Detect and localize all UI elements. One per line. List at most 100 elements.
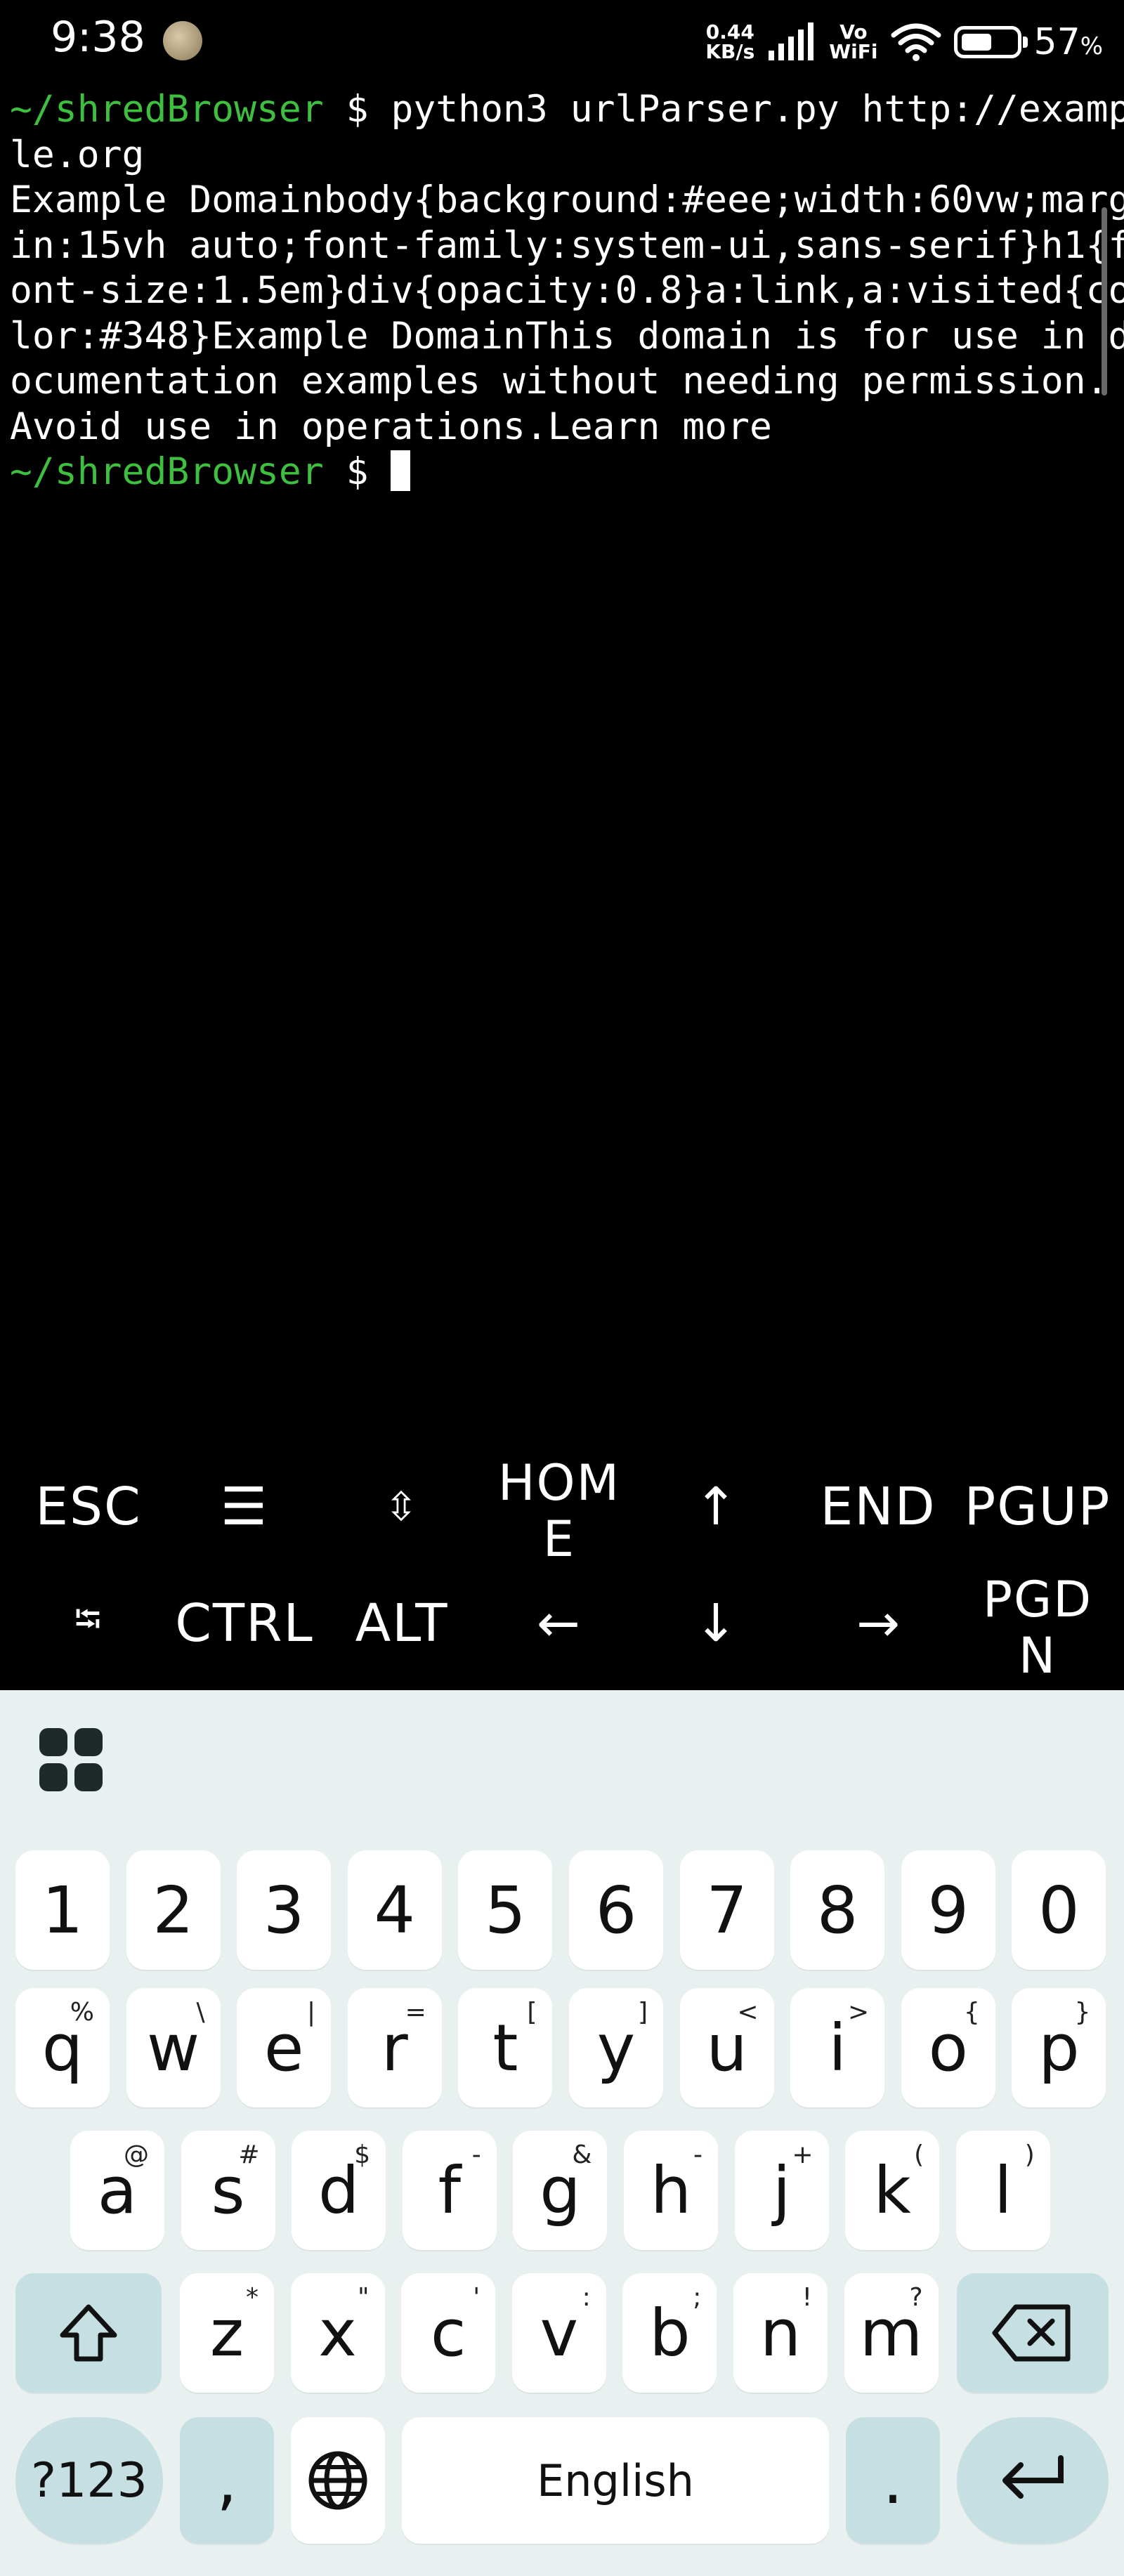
apps-grid-icon[interactable] [39, 1728, 104, 1793]
key-g[interactable]: g & [513, 2131, 608, 2250]
arrow-left-icon: ← [536, 1593, 582, 1654]
key-e[interactable]: e | [237, 1988, 332, 2107]
comma-key[interactable]: , [180, 2417, 274, 2544]
key-3[interactable]: 3 [237, 1850, 332, 1970]
terminal-line-text: $ python3 urlParser.py http://examp [323, 88, 1124, 131]
key-hint-label: | [307, 1998, 316, 2027]
key-s[interactable]: s # [181, 2131, 275, 2250]
terminal-line: ~/shredBrowser $ [10, 450, 1114, 495]
key-4[interactable]: 4 [347, 1850, 442, 1970]
key-hint-label: + [792, 2140, 813, 2169]
wifi-icon [891, 23, 941, 61]
terminal-line: lor:#348}Example DomainThis domain is fo… [10, 314, 1124, 360]
vowifi-indicator: Vo WiFi [829, 22, 877, 62]
terminal-line-text: $ [323, 450, 391, 493]
tab-icon: ⭾ [74, 1598, 103, 1640]
key-r[interactable]: r = [347, 1988, 442, 2107]
arrow-right-key[interactable]: → [799, 1585, 958, 1662]
network-speed: 0.44 KB/s [705, 22, 754, 62]
updown-arrow-icon: ⇳ [384, 1484, 419, 1530]
terminal-line: in:15vh auto;font-family:system-ui,sans-… [10, 223, 1124, 269]
home-key[interactable]: HOM E [485, 1455, 634, 1567]
ctrl-key[interactable]: CTRL [170, 1585, 319, 1662]
key-6[interactable]: 6 [569, 1850, 663, 1970]
terminal-line: ont-size:1.5em}div{opacity:0.8}a:link,a:… [10, 268, 1124, 314]
key-hint-label: = [405, 1998, 426, 2027]
terminal-scrollbar[interactable] [1102, 207, 1107, 395]
terminal-prompt-path: ~/shredBrowser [10, 88, 324, 131]
key-w[interactable]: w \ [126, 1988, 221, 2107]
shift-key[interactable] [15, 2273, 162, 2393]
key-b[interactable]: b; [622, 2273, 717, 2393]
terminal-line-text: in:15vh auto;font-family:system-ui,sans-… [10, 223, 1124, 267]
end-key[interactable]: END [808, 1468, 948, 1545]
key-j[interactable]: j + [734, 2131, 829, 2250]
key-hint-label: ! [802, 2283, 812, 2312]
terminal-line-text: Example Domainbody{background:#eee;width… [10, 178, 1124, 221]
key-2[interactable]: 2 [126, 1850, 221, 1970]
key-a[interactable]: a @ [70, 2131, 164, 2250]
arrow-down-icon: ↓ [693, 1593, 739, 1654]
key-hint-label: % [70, 1998, 94, 2027]
key-v[interactable]: v: [511, 2273, 606, 2393]
arrow-down-key[interactable]: ↓ [642, 1585, 791, 1662]
battery-percent: 57% [1033, 21, 1103, 63]
backspace-key[interactable] [957, 2273, 1109, 2393]
enter-key[interactable] [957, 2417, 1109, 2544]
pgup-key[interactable]: PGUP [958, 1468, 1117, 1545]
battery-icon [953, 26, 1028, 58]
key-hint-label: { [963, 1998, 980, 2027]
tab-key[interactable]: ⭾ [7, 1585, 170, 1662]
terminal-line: Example Domainbody{background:#eee;width… [10, 178, 1124, 223]
arrow-up-key[interactable]: ↑ [642, 1468, 791, 1545]
key-y[interactable]: y] [569, 1988, 663, 2107]
key-5[interactable]: 5 [458, 1850, 553, 1970]
key-c[interactable]: c ' [401, 2273, 496, 2393]
key-0[interactable]: 0 [1012, 1850, 1106, 1970]
key-l[interactable]: l) [955, 2131, 1050, 2250]
key-o[interactable]: o{ [901, 1988, 995, 2107]
signal-strength-icon [769, 22, 814, 60]
language-key[interactable] [291, 2417, 385, 2544]
status-bar: 9:38 0.44 KB/s Vo WiFi 57% [0, 0, 1124, 84]
terminal-output[interactable]: ~/shredBrowser $ python3 urlParser.py ht… [10, 87, 1124, 495]
key-hint-label: \ [196, 1998, 205, 2027]
key-k[interactable]: k( [845, 2131, 940, 2250]
terminal-line: le.org [10, 133, 1114, 178]
key-m[interactable]: m? [844, 2273, 939, 2393]
key-hint-label: ] [637, 1998, 648, 2027]
esc-key[interactable]: ESC [7, 1468, 170, 1545]
terminal-line-text: ont-size:1.5em}div{opacity:0.8}a:link,a:… [10, 269, 1124, 312]
key-hint-label: ? [909, 2283, 923, 2312]
key-8[interactable]: 8 [790, 1850, 885, 1970]
shift-icon [60, 2304, 117, 2362]
pgdn-key[interactable]: PGD N [958, 1571, 1117, 1684]
key-hint-label: * [246, 2283, 259, 2312]
key-9[interactable]: 9 [901, 1850, 995, 1970]
symbols-key[interactable]: ?123 [15, 2417, 163, 2544]
key-t[interactable]: t[ [458, 1988, 553, 2107]
key-7[interactable]: 7 [679, 1850, 774, 1970]
space-key[interactable]: English [402, 2417, 829, 2544]
key-q[interactable]: q% [15, 1988, 110, 2107]
key-z[interactable]: z * [180, 2273, 274, 2393]
key-d[interactable]: d $ [292, 2131, 386, 2250]
key-f[interactable]: f- [402, 2131, 497, 2250]
drawer-menu-key[interactable]: ☰ [170, 1468, 319, 1545]
terminal-line-text: le.org [10, 133, 145, 176]
key-u[interactable]: u < [679, 1988, 774, 2107]
key-hint-label: & [572, 2140, 592, 2169]
keyboard-toggle-key[interactable]: ⇳ [327, 1468, 476, 1545]
key-p[interactable]: p} [1012, 1988, 1106, 2107]
key-n[interactable]: n! [733, 2273, 828, 2393]
alt-key[interactable]: ALT [327, 1585, 476, 1662]
key-x[interactable]: x " [290, 2273, 385, 2393]
key-i[interactable]: i > [790, 1988, 885, 2107]
key-hint-label: } [1074, 1998, 1091, 2027]
key-1[interactable]: 1 [15, 1850, 110, 1970]
period-key[interactable]: . [846, 2417, 940, 2544]
wifi-label: WiFi [829, 40, 878, 63]
key-h[interactable]: h- [624, 2131, 718, 2250]
arrow-left-key[interactable]: ← [485, 1585, 634, 1662]
arrow-right-icon: → [856, 1593, 901, 1654]
